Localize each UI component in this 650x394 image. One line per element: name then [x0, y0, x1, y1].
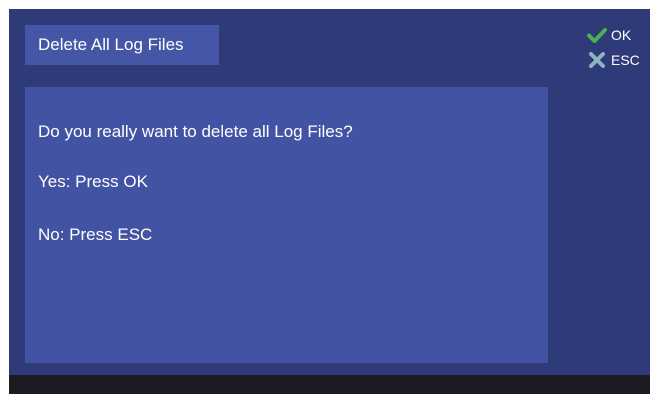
message-panel: Do you really want to delete all Log Fil…	[25, 87, 548, 363]
dialog-title: Delete All Log Files	[25, 25, 219, 65]
cross-icon	[589, 52, 605, 68]
ok-key-label: OK	[611, 27, 632, 43]
check-icon	[587, 28, 607, 43]
yes-instruction: Yes: Press OK	[38, 172, 148, 191]
ok-key[interactable]: OK	[587, 26, 631, 44]
question-text: Do you really want to delete all Log Fil…	[38, 122, 353, 141]
no-instruction: No: Press ESC	[38, 225, 153, 244]
esc-key[interactable]: ESC	[587, 51, 640, 69]
bottom-bar	[9, 375, 650, 394]
screen: Delete All Log Files Do you really want …	[9, 9, 650, 375]
esc-key-label: ESC	[611, 52, 640, 68]
